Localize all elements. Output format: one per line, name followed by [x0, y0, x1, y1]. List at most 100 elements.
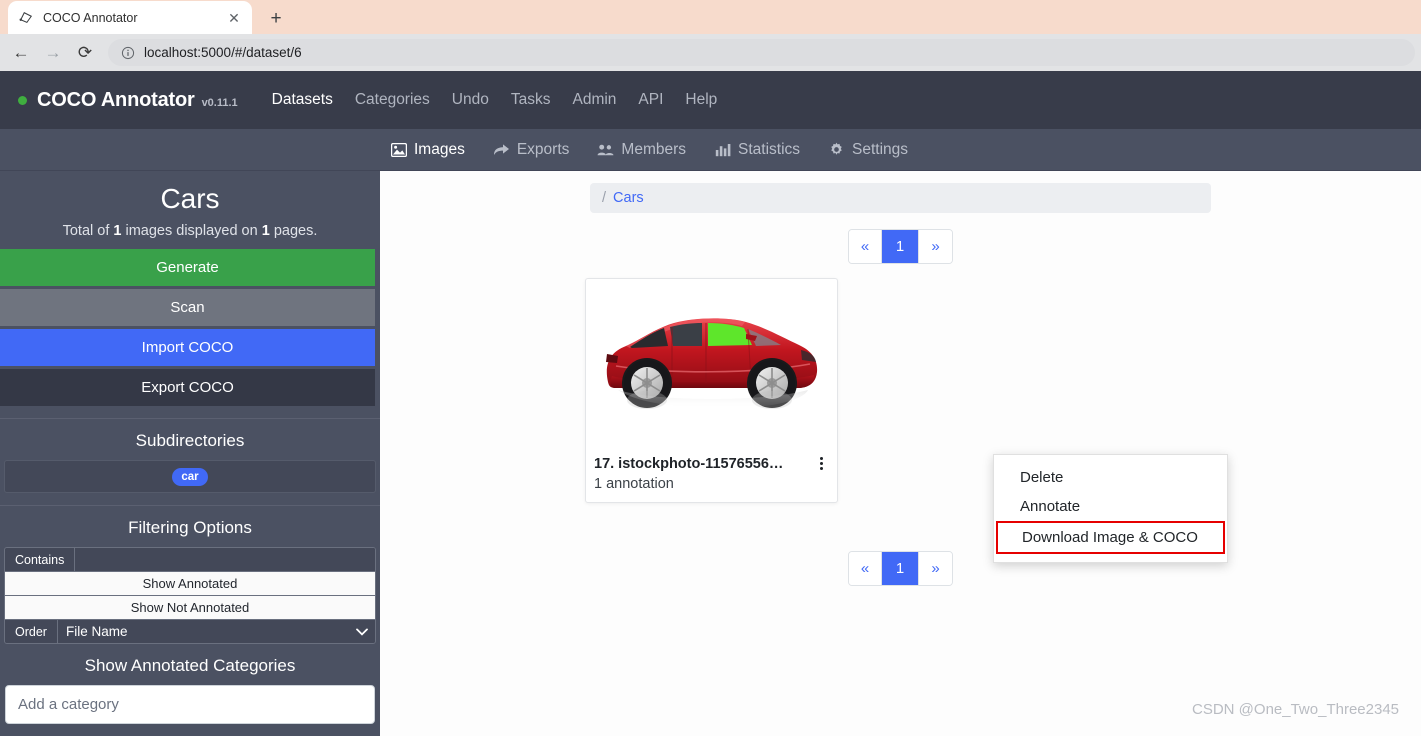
brand-version: v0.11.1: [201, 96, 238, 109]
browser-tab-title: COCO Annotator: [43, 10, 138, 25]
image-card-title: 17. istockphoto-11576556…: [594, 455, 784, 472]
kebab-dot: [819, 467, 823, 470]
order-label: Order: [5, 620, 58, 643]
contains-input[interactable]: [75, 548, 375, 571]
breadcrumb: / Cars: [590, 183, 1211, 213]
kebab-dot: [819, 457, 823, 460]
breadcrumb-link-cars[interactable]: Cars: [613, 190, 644, 206]
order-filter-row: Order File Name: [5, 620, 375, 643]
pagination-next-bottom[interactable]: »: [919, 552, 952, 585]
image-card-title-row: 17. istockphoto-11576556…: [594, 455, 829, 472]
dataset-subnav: Images Exports Members Statistics Settin…: [0, 129, 1421, 171]
rear-window: [629, 328, 668, 348]
pagination-page-1-top[interactable]: 1: [882, 230, 919, 263]
browser-tab[interactable]: COCO Annotator ✕: [8, 1, 252, 34]
polygon-annotation-icon: [18, 10, 34, 26]
tab-exports[interactable]: Exports: [493, 140, 570, 159]
brand-name: COCO Annotator: [37, 88, 195, 111]
context-menu-annotate[interactable]: Annotate: [994, 492, 1227, 521]
tab-exports-label: Exports: [516, 140, 570, 158]
address-bar-url: localhost:5000/#/dataset/6: [144, 45, 302, 60]
image-cards-area: 17. istockphoto-11576556… 1 annotation D…: [380, 264, 1421, 563]
dataset-summary: Total of 1 images displayed on 1 pages.: [0, 223, 380, 249]
export-coco-button[interactable]: Export COCO: [0, 369, 375, 406]
navlink-undo[interactable]: Undo: [452, 91, 489, 109]
forward-icon[interactable]: →: [38, 38, 68, 68]
gear-icon: [828, 141, 845, 158]
scan-button[interactable]: Scan: [0, 289, 375, 326]
tab-images[interactable]: Images: [390, 141, 465, 159]
show-not-annotated-button[interactable]: Show Not Annotated: [5, 596, 375, 620]
show-annotated-button[interactable]: Show Annotated: [5, 572, 375, 596]
image-card-annotation-count: 1 annotation: [594, 476, 674, 492]
tab-settings[interactable]: Settings: [828, 141, 908, 159]
pagination-top-group: « 1 »: [848, 229, 953, 264]
pagination-bottom-group: « 1 »: [848, 551, 953, 586]
browser-toolbar: ← → ⟳ localhost:5000/#/dataset/6: [0, 34, 1421, 71]
reload-icon[interactable]: ⟳: [70, 38, 100, 68]
bar-chart-icon: [714, 141, 731, 158]
breadcrumb-separator: /: [602, 190, 607, 206]
generate-button[interactable]: Generate: [0, 249, 375, 286]
import-coco-button[interactable]: Import COCO: [0, 329, 375, 366]
navlink-tasks[interactable]: Tasks: [511, 91, 551, 109]
front-wheel-reflection: [751, 391, 792, 409]
close-icon[interactable]: ✕: [226, 10, 242, 26]
pagination-prev-top[interactable]: «: [849, 230, 882, 263]
new-tab-button[interactable]: +: [262, 4, 290, 32]
vertical-dots-icon[interactable]: [813, 455, 829, 472]
navbar-links: Datasets Categories Undo Tasks Admin API…: [272, 91, 718, 109]
status-dot-icon: [18, 95, 27, 105]
subdirectories-list: car: [4, 460, 376, 493]
image-card-meta: 17. istockphoto-11576556… 1 annotation: [586, 451, 837, 502]
watermark-text: CSDN @One_Two_Three2345: [1192, 701, 1399, 718]
tab-settings-label: Settings: [852, 140, 909, 158]
main-content: / Cars « 1 » 17. istockphoto-11576556… 1…: [380, 171, 1421, 736]
pagination-prev-bottom[interactable]: «: [849, 552, 882, 585]
tab-members-label: Members: [621, 140, 687, 158]
brand-logo[interactable]: COCO Annotator v0.11.1: [18, 89, 238, 112]
navlink-admin[interactable]: Admin: [572, 91, 616, 109]
subdirectory-tag-car[interactable]: car: [172, 468, 208, 486]
pagination-top: « 1 »: [380, 229, 1421, 264]
tab-images-label: Images: [414, 140, 465, 158]
filtering-options-heading: Filtering Options: [128, 518, 252, 537]
navlink-api[interactable]: API: [638, 91, 663, 109]
summary-suffix: pages.: [269, 223, 318, 239]
dataset-sidebar: Cars Total of 1 images displayed on 1 pa…: [0, 171, 380, 736]
add-category-input[interactable]: [5, 685, 375, 724]
annotated-categories-heading: Show Annotated Categories: [84, 656, 296, 675]
summary-prefix: Total of: [62, 223, 114, 239]
share-arrow-icon: [493, 141, 510, 158]
summary-page-count: 1: [261, 223, 270, 239]
tab-statistics[interactable]: Statistics: [714, 141, 800, 159]
red-suv-illustration: [605, 318, 817, 409]
navlink-help[interactable]: Help: [685, 91, 717, 109]
info-circle-icon[interactable]: [120, 45, 135, 60]
contains-filter-row: Contains: [5, 548, 375, 572]
image-context-menu: Delete Annotate Download Image & COCO: [993, 454, 1228, 563]
browser-tab-strip: COCO Annotator ✕ +: [0, 0, 1421, 34]
navlink-categories[interactable]: Categories: [355, 91, 430, 109]
app-root: COCO Annotator v0.11.1 Datasets Categori…: [0, 71, 1421, 736]
context-menu-delete[interactable]: Delete: [994, 463, 1227, 492]
kebab-dot: [819, 462, 823, 465]
summary-middle: images displayed on: [121, 223, 262, 239]
order-select[interactable]: File Name: [57, 620, 349, 643]
image-card[interactable]: 17. istockphoto-11576556… 1 annotation: [585, 278, 838, 503]
pagination-page-1-bottom[interactable]: 1: [882, 552, 919, 585]
tab-members[interactable]: Members: [597, 141, 686, 159]
back-icon[interactable]: ←: [6, 38, 36, 68]
image-icon: [390, 141, 407, 158]
image-thumbnail[interactable]: [592, 285, 831, 445]
contains-label: Contains: [5, 548, 76, 571]
navlink-datasets[interactable]: Datasets: [272, 91, 333, 109]
mid-window: [669, 323, 702, 346]
users-icon: [597, 141, 614, 158]
address-bar[interactable]: localhost:5000/#/dataset/6: [108, 39, 1415, 66]
subdirectories-heading: Subdirectories: [135, 431, 245, 450]
pagination-next-top[interactable]: »: [919, 230, 952, 263]
context-menu-download-image-coco[interactable]: Download Image & COCO: [996, 521, 1225, 554]
body-row: Cars Total of 1 images displayed on 1 pa…: [0, 171, 1421, 736]
pagination-bottom: « 1 »: [380, 551, 1421, 586]
